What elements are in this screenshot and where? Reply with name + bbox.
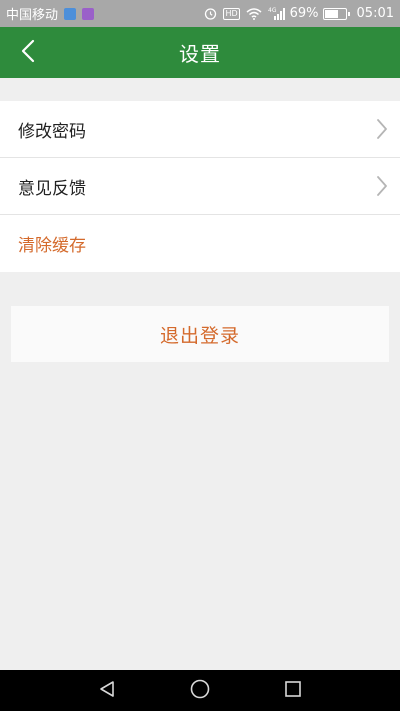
status-right: HD 4G 69% 05:01 [198,6,394,21]
nav-home-button[interactable] [180,670,220,711]
carrier-label: 中国移动 [6,8,59,23]
nav-recents-button[interactable] [273,670,313,711]
back-button[interactable] [8,27,48,78]
battery-icon [322,7,350,20]
status-left: 中国移动 [6,4,100,23]
gallery-notification-icon [82,7,95,20]
battery-fill [324,9,338,18]
wifi-icon [246,7,262,20]
settings-list: 修改密码 意见反馈 清除缓存 [0,101,400,272]
settings-item-feedback[interactable]: 意见反馈 [0,158,400,215]
title-bar: 设置 [0,27,400,78]
back-triangle-icon [98,680,116,702]
chevron-right-icon [376,175,388,197]
status-bar: 中国移动 HD 4G 69% 05:01 [0,0,400,27]
logout-button[interactable]: 退出登录 [11,306,389,362]
hd-icon: HD [223,7,240,20]
app-notification-icon [64,7,77,20]
alarm-icon [204,7,217,20]
clock: 05:01 [356,6,394,21]
chevron-right-icon [376,118,388,140]
settings-item-label: 清除缓存 [18,236,86,256]
nav-bar [0,670,400,711]
nav-back-button[interactable] [87,670,127,711]
home-circle-icon [190,679,210,703]
network-type-label: 4G [268,7,277,14]
chevron-left-icon [21,39,35,67]
logout-label: 退出登录 [159,324,240,347]
settings-item-change-password[interactable]: 修改密码 [0,101,400,158]
settings-screen: 中国移动 HD 4G 69% 05:01 设置 修改密码 意见反馈 清除缓存 退… [0,0,400,711]
settings-item-clear-cache[interactable]: 清除缓存 [0,215,400,272]
battery-percent: 69% [289,6,319,21]
page-title: 设置 [179,42,221,66]
settings-item-label: 修改密码 [18,121,86,142]
signal-icon: 4G [268,7,286,20]
settings-item-label: 意见反馈 [18,178,86,199]
recents-square-icon [284,680,302,702]
